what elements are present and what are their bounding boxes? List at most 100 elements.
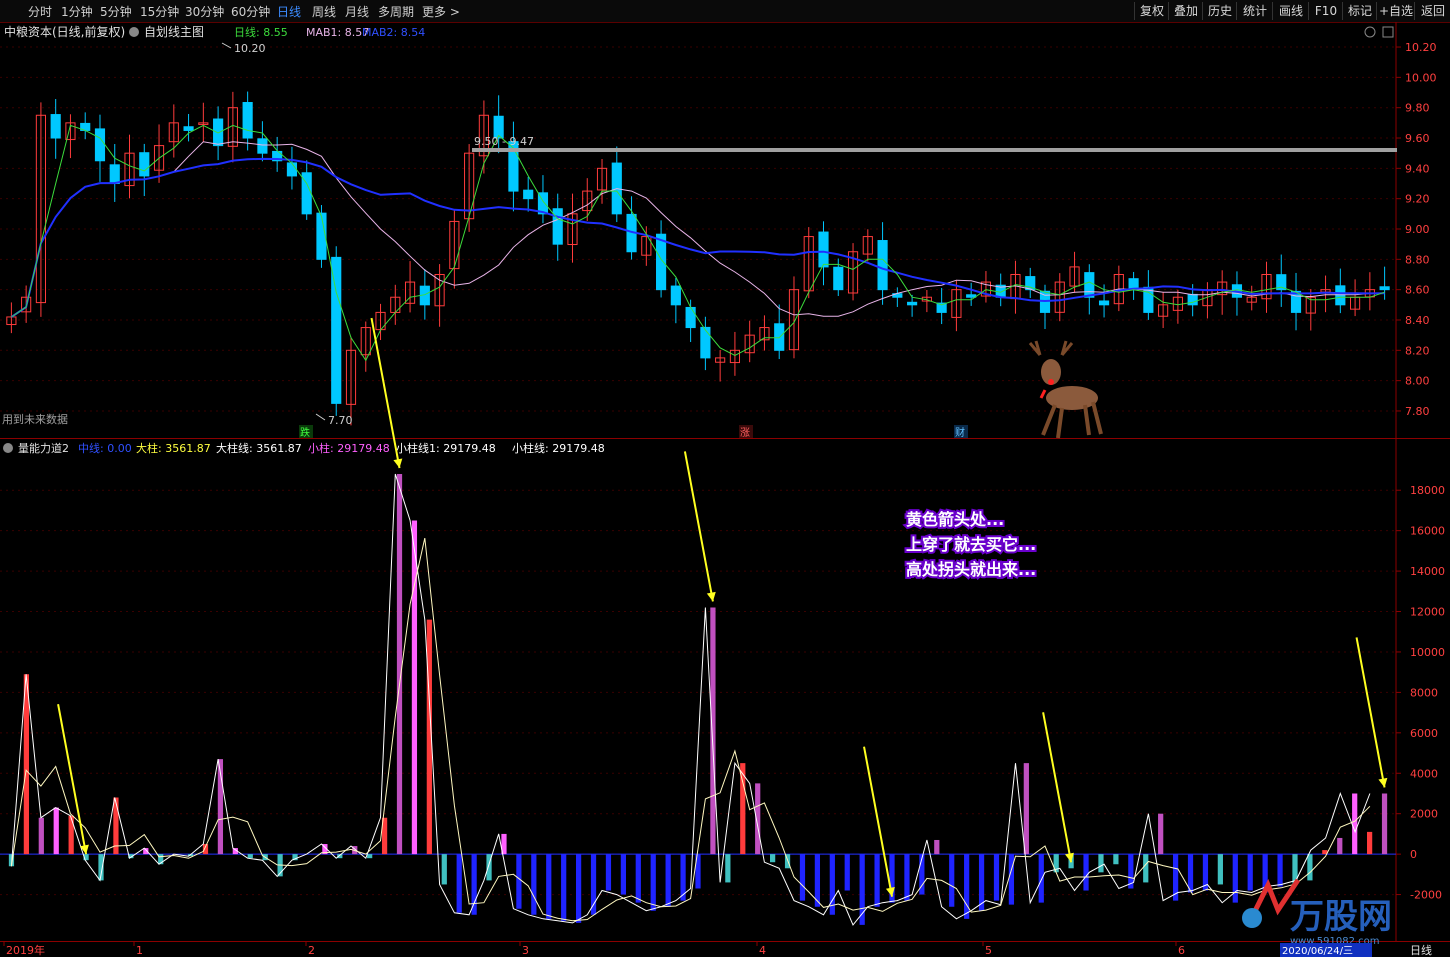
yellow-arrow-head: [393, 458, 403, 469]
sub-y-ticks: -2000 0 2000 4000 6000 8000 10000 12000 14000 160…: [1396, 484, 1445, 902]
xiaozhuxian1-value: 小柱线1: 29179.48: [396, 441, 496, 455]
range-label: 9.50 - 9.47: [474, 135, 534, 148]
callout-line-1: 黄色箭头处...: [906, 510, 1004, 529]
ma-green-line: [11, 124, 1385, 362]
candle-body: [685, 306, 696, 329]
candle-body: [316, 212, 327, 260]
main-y-tick-label: 9.00: [1405, 223, 1430, 236]
volume-force-smooth-line: [10, 537, 1371, 922]
x-axis-label: 3: [522, 944, 529, 957]
candle-body: [1084, 272, 1095, 298]
candle-body: [1098, 300, 1110, 306]
yellow-arrow-head: [706, 591, 716, 602]
candle-body: [907, 301, 918, 306]
candle-body: [1290, 290, 1302, 313]
settings-icon[interactable]: [1364, 26, 1376, 38]
candle-body: [966, 294, 977, 298]
event-tag-die-label: 跌: [300, 426, 310, 439]
candle-body: [833, 266, 844, 291]
sub-y-tick-label: 10000: [1410, 646, 1445, 659]
sub-y-tick-label: 8000: [1410, 686, 1438, 699]
low-marker: [315, 413, 326, 421]
candle-body: [50, 114, 61, 139]
main-y-tick-label: 9.20: [1405, 193, 1430, 206]
candle-body: [286, 162, 298, 177]
yellow-arrow: [1042, 712, 1073, 863]
indicator-menu[interactable]: 自划线主图: [144, 25, 204, 39]
candle-body: [109, 164, 120, 185]
deer-sticker: [1028, 340, 1103, 439]
main-y-ticks: 7.80 8.00 8.20 8.40 8.60 8.80 9.00 9.20 9.40 9.60…: [1396, 41, 1437, 418]
candle-body: [257, 138, 268, 154]
candle-body: [139, 152, 150, 177]
mab2-value: MAB2: 8.54: [362, 26, 425, 39]
sub-y-tick-label: 16000: [1410, 525, 1445, 538]
main-y-tick-label: 8.40: [1405, 314, 1430, 327]
sub-indicator-title[interactable]: 量能力道2: [18, 441, 69, 455]
xiaozhu-value: 小柱: 29179.48: [308, 441, 390, 455]
dazhu-value: 大柱: 3561.87: [136, 441, 211, 455]
x-axis-label: 2: [308, 944, 315, 957]
callout-line-2: 上穿了就去买它...: [906, 535, 1036, 554]
candle-body: [523, 189, 534, 200]
x-axis-labels: 2019年 1 2 3 4 5 6: [3, 941, 1185, 957]
main-y-tick-label: 9.40: [1405, 162, 1430, 175]
x-axis-label: 2019年: [6, 943, 45, 957]
x-axis-label: 5: [985, 944, 992, 957]
main-y-tick-label: 10.00: [1405, 71, 1437, 84]
stock-title: 中粮资本(日线,前复权): [4, 24, 125, 39]
volume-force-line: [10, 473, 1371, 926]
xiaozhuxian-value: 小柱线: 29179.48: [512, 441, 605, 455]
chevron-down-icon[interactable]: [129, 27, 139, 37]
candlesticks: [6, 91, 1390, 426]
main-y-tick-label: 7.80: [1405, 405, 1430, 418]
sub-y-tick-label: -2000: [1410, 889, 1442, 902]
x-axis-label: 1: [136, 944, 143, 957]
period-label: 日线: [1410, 943, 1432, 957]
candle-body: [670, 285, 681, 306]
main-y-tick-label: 10.20: [1405, 41, 1437, 54]
main-y-tick-label: 8.60: [1405, 284, 1430, 297]
main-gridlines: [0, 46, 1396, 412]
ma-blue-line: [10, 157, 1385, 318]
x-axis-label: 6: [1178, 944, 1185, 957]
maximize-icon[interactable]: [1382, 26, 1394, 38]
cursor-date: 2020/06/24/三: [1282, 946, 1353, 957]
callout-line-3: 高处拐头就出来...: [906, 560, 1036, 579]
candle-body: [183, 126, 194, 131]
chevron-down-icon[interactable]: [3, 443, 13, 453]
sub-y-tick-label: 6000: [1410, 727, 1438, 740]
main-y-tick-label: 8.80: [1405, 253, 1430, 266]
sub-y-tick-label: 14000: [1410, 565, 1445, 578]
stock-chart[interactable]: 7.80 8.00 8.20 8.40 8.60 8.80 9.00 9.20 9.40 9.60…: [0, 0, 1450, 957]
main-y-tick-label: 9.60: [1405, 132, 1430, 145]
main-y-tick-label: 8.00: [1405, 375, 1430, 388]
candle-body: [242, 102, 253, 139]
x-axis-label: 4: [759, 944, 766, 957]
low-label: 7.70: [328, 414, 353, 427]
candle-body: [656, 233, 667, 291]
main-y-tick-label: 9.80: [1405, 102, 1430, 115]
candle-body: [700, 326, 711, 359]
ma-day-value: 日线: 8.55: [234, 25, 288, 39]
yellow-arrow-head: [1378, 777, 1388, 788]
volume-force-bars: [8, 474, 1388, 925]
sub-y-tick-label: 4000: [1410, 767, 1438, 780]
callout-note: 黄色箭头处... 上穿了就去买它... 高处拐头就出来...: [904, 508, 1038, 581]
candle-body: [331, 256, 342, 404]
candle-body: [877, 240, 888, 291]
candle-body: [94, 128, 106, 162]
sub-y-tick-label: 12000: [1410, 606, 1445, 619]
candle-body: [552, 208, 563, 245]
mab1-value: MAB1: 8.57: [306, 26, 369, 39]
yellow-arrow: [683, 451, 714, 602]
high-label: 10.20: [234, 42, 266, 55]
candle-body: [818, 231, 829, 268]
candle-body: [1335, 285, 1346, 306]
event-tag-cai-label: 财: [955, 426, 965, 439]
main-y-tick-label: 8.20: [1405, 344, 1430, 357]
dazhuxian-value: 大柱线: 3561.87: [216, 441, 302, 455]
future-data-note: 用到未来数据: [2, 412, 68, 426]
candle-body: [1379, 286, 1390, 291]
event-tag-zhang-label: 涨: [740, 427, 750, 439]
